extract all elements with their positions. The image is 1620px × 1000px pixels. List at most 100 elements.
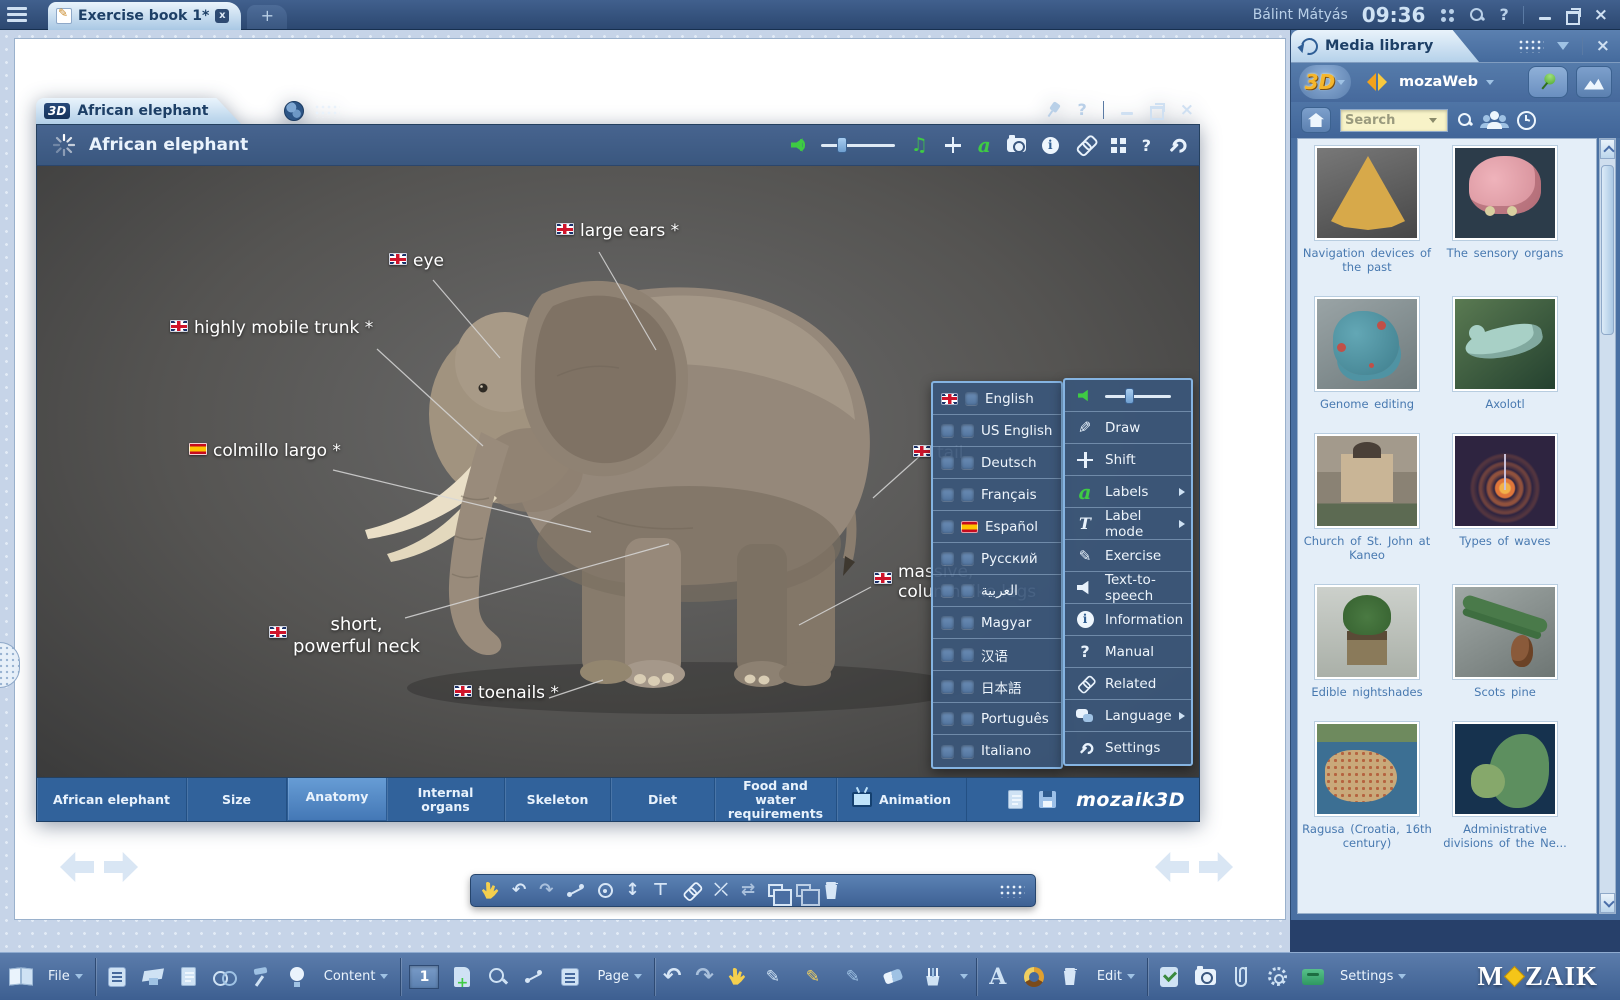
language-option-francais[interactable]: Français: [933, 479, 1061, 511]
part-label-toenails[interactable]: toenails *: [454, 685, 559, 703]
save-icon[interactable]: [1039, 791, 1056, 808]
media-type-button[interactable]: [1576, 66, 1612, 98]
edit-menu[interactable]: Edit: [1097, 969, 1135, 984]
menu-volume[interactable]: [1065, 380, 1191, 412]
language-option-chinese[interactable]: 汉语: [933, 639, 1061, 671]
part-label-tusk[interactable]: colmillo largo *: [189, 443, 341, 461]
menu-item-text-to-speech[interactable]: Text-to-speech: [1065, 572, 1191, 604]
tab-size[interactable]: Size: [187, 778, 287, 821]
language-option-deutsch[interactable]: Deutsch: [933, 447, 1061, 479]
checkbox[interactable]: [961, 488, 974, 501]
tools-icon[interactable]: [248, 964, 274, 990]
anchor-tool-icon[interactable]: ⊤: [653, 882, 669, 899]
homework-icon[interactable]: [176, 964, 202, 990]
window-title-bar[interactable]: African elephant ♫ a i ?: [36, 124, 1200, 166]
settings-menu[interactable]: Settings: [1340, 969, 1406, 984]
tab-animation[interactable]: Animation: [837, 778, 967, 821]
next-page-arrow[interactable]: [104, 852, 138, 882]
page-list-icon[interactable]: [557, 964, 583, 990]
panel-close-icon[interactable]: ×: [1596, 39, 1610, 53]
pin-icon[interactable]: [1042, 98, 1064, 120]
checkbox[interactable]: [961, 680, 974, 693]
search-go-icon[interactable]: [1457, 112, 1473, 128]
language-option-espanol[interactable]: Español: [933, 511, 1061, 543]
search-field-wrap[interactable]: [1340, 109, 1448, 132]
part-label-trunk[interactable]: highly mobile trunk *: [170, 320, 373, 338]
delete-icon[interactable]: [824, 882, 838, 899]
camera-icon[interactable]: [1192, 964, 1218, 990]
tab-skeleton[interactable]: Skeleton: [505, 778, 611, 821]
toolbar-drag-handle[interactable]: [999, 884, 1025, 898]
media-item[interactable]: Navigation devices of the past: [1298, 145, 1436, 274]
checkbox[interactable]: [941, 456, 954, 469]
file-menu[interactable]: File: [48, 969, 83, 984]
duplicate-page-icon[interactable]: [796, 884, 811, 897]
pen-icon[interactable]: ✎: [760, 964, 786, 990]
archive-icon[interactable]: [1300, 964, 1326, 990]
checkbox[interactable]: [941, 648, 954, 661]
link-tool-icon[interactable]: [680, 880, 702, 902]
checkbox[interactable]: [941, 552, 954, 565]
drag-handle-icon[interactable]: [314, 104, 340, 118]
language-option-russian[interactable]: Русский: [933, 543, 1061, 575]
window-close-icon[interactable]: ×: [1180, 103, 1194, 117]
media-item[interactable]: Edible nightshades: [1298, 584, 1436, 699]
labels-icon[interactable]: a: [978, 137, 991, 153]
checkbox[interactable]: [941, 520, 954, 533]
window-help-icon[interactable]: ?: [1077, 100, 1086, 119]
pens-dropdown-icon[interactable]: [960, 974, 968, 979]
unlink-tool-icon[interactable]: ⤫: [714, 882, 728, 899]
binoculars-icon[interactable]: [212, 964, 238, 990]
eraser-icon[interactable]: [880, 964, 906, 990]
help-icon[interactable]: ?: [1499, 5, 1508, 24]
menu-item-language[interactable]: Language: [1065, 700, 1191, 732]
zoom-page-icon[interactable]: [485, 964, 511, 990]
menu-volume-slider[interactable]: [1105, 388, 1171, 404]
gear-icon[interactable]: [1264, 964, 1290, 990]
checkbox[interactable]: [961, 712, 974, 725]
media-item[interactable]: Axolotl: [1436, 296, 1574, 411]
media-item[interactable]: Ragusa (Croatia, 16th century): [1298, 721, 1436, 850]
menu-item-exercise[interactable]: ✎ Exercise: [1065, 540, 1191, 572]
content-menu[interactable]: Content: [324, 969, 389, 984]
scroll-up-button[interactable]: [1600, 139, 1615, 159]
document-icon[interactable]: [1008, 790, 1023, 809]
window-manual-icon[interactable]: ?: [1142, 136, 1151, 155]
views-grid-icon[interactable]: [1111, 138, 1126, 153]
media-item[interactable]: Administrative divisions of the Ne...: [1436, 721, 1574, 850]
vertical-align-icon[interactable]: ↕: [626, 882, 640, 899]
pen-holder-icon[interactable]: [920, 964, 946, 990]
path-tool-icon[interactable]: [521, 964, 547, 990]
media-item[interactable]: The sensory organs: [1436, 145, 1574, 274]
scroll-down-button[interactable]: [1600, 893, 1615, 913]
close-icon[interactable]: ×: [1594, 8, 1608, 22]
tab-food-water[interactable]: Food and water requirements: [715, 778, 837, 821]
checkbox[interactable]: [941, 712, 954, 725]
scrollbar-thumb[interactable]: [1601, 165, 1614, 335]
prev-page-arrow[interactable]: [1155, 852, 1189, 882]
add-page-icon[interactable]: [449, 964, 475, 990]
volume-slider-handle[interactable]: [837, 137, 847, 153]
window-minimize-icon[interactable]: [1120, 103, 1134, 117]
menu-item-manual[interactable]: ? Manual: [1065, 636, 1191, 668]
search-input[interactable]: [1345, 113, 1429, 128]
prev-page-arrow[interactable]: [60, 852, 94, 882]
info-icon[interactable]: i: [1042, 137, 1059, 154]
menu-item-related[interactable]: Related: [1065, 668, 1191, 700]
text-tool-icon[interactable]: A: [985, 964, 1011, 990]
checkbox[interactable]: [961, 648, 974, 661]
media-scrollbar[interactable]: [1599, 138, 1616, 914]
page-number-box[interactable]: 1: [409, 965, 439, 989]
new-tab-button[interactable]: +: [247, 5, 287, 29]
language-option-arabic[interactable]: العربية: [933, 575, 1061, 607]
notebook-icon[interactable]: [104, 964, 130, 990]
next-page-arrow[interactable]: [1199, 852, 1233, 882]
copy-page-icon[interactable]: [768, 884, 783, 897]
history-icon[interactable]: [1517, 111, 1536, 130]
apps-grid-icon[interactable]: [1439, 7, 1455, 23]
menu-item-draw[interactable]: ✎ Draw: [1065, 412, 1191, 444]
page-menu[interactable]: Page: [597, 969, 641, 984]
idea-icon[interactable]: [284, 964, 310, 990]
media-item[interactable]: Genome editing: [1298, 296, 1436, 411]
trash-icon[interactable]: [1057, 964, 1083, 990]
